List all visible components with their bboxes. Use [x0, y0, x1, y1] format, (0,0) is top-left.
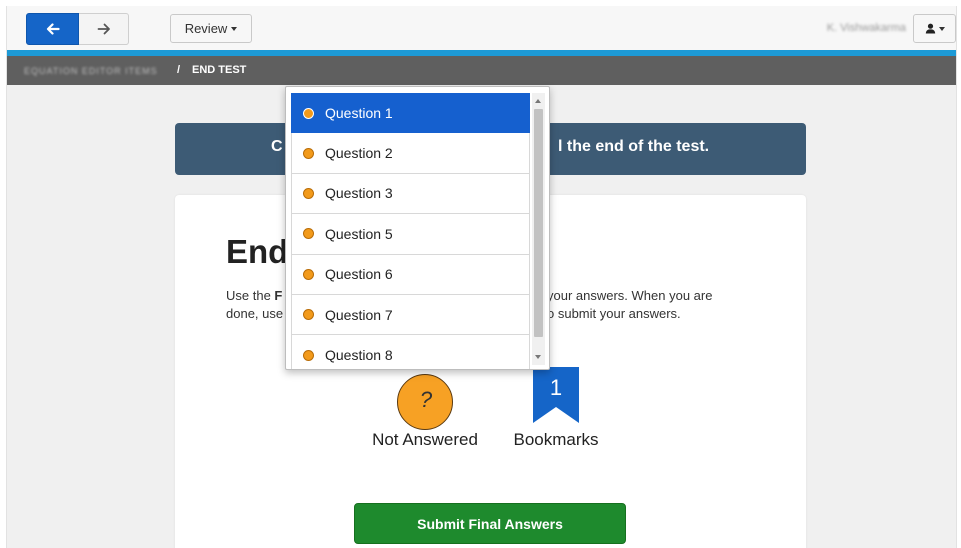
not-answered-label: Not Answered — [372, 430, 478, 449]
user-menu-button[interactable] — [913, 14, 956, 43]
test-window: Review K. Vishwakarma EQUATION EDITOR IT… — [6, 6, 957, 548]
question-label: Question 6 — [325, 266, 393, 283]
review-label: Review — [184, 21, 228, 36]
breadcrumb-separator: / — [177, 64, 181, 76]
question-item[interactable]: Question 3 — [291, 173, 530, 215]
question-label: Question 5 — [325, 225, 393, 242]
unanswered-dot-icon — [303, 187, 314, 199]
unanswered-dot-icon — [303, 268, 314, 280]
review-dropdown-button[interactable]: Review — [170, 14, 252, 43]
question-label: Question 2 — [325, 145, 393, 162]
arrow-right-icon — [97, 23, 110, 35]
back-button[interactable] — [26, 13, 79, 45]
banner-text-start: C — [271, 138, 283, 155]
question-item[interactable]: Question 7 — [291, 294, 530, 336]
scrollbar-thumb[interactable] — [534, 109, 543, 337]
unanswered-dot-icon — [303, 147, 314, 159]
question-label: Question 1 — [325, 105, 393, 122]
instruction-line-1-end: your answers. When you are — [547, 288, 713, 303]
unanswered-dot-icon — [303, 309, 314, 321]
bookmarks-stat: Bookmarks — [496, 430, 616, 450]
page-title: End — [226, 233, 289, 270]
scroll-up-icon[interactable] — [535, 99, 541, 103]
dropdown-scrollbar[interactable] — [532, 93, 545, 365]
question-item[interactable]: Question 1 — [291, 93, 530, 134]
unanswered-dot-icon — [303, 349, 314, 361]
not-answered-count: ? — [419, 387, 433, 412]
unanswered-dot-icon — [303, 228, 314, 240]
question-label: Question 3 — [325, 185, 393, 202]
question-label: Question 7 — [325, 306, 393, 323]
instruction-text: Use the — [226, 288, 275, 303]
caret-down-icon — [938, 26, 945, 31]
review-dropdown-menu: Question 1 Question 2 Question 3 Questio… — [285, 86, 550, 370]
instruction-line-1: Use the F — [226, 288, 282, 303]
instruction-bold-text: F — [274, 288, 283, 303]
breadcrumb-item-section[interactable]: EQUATION EDITOR ITEMS — [24, 66, 158, 76]
question-item[interactable]: Question 6 — [291, 254, 530, 295]
bookmarks-count: 1 — [549, 375, 563, 400]
question-label: Question 8 — [325, 347, 393, 364]
unanswered-dot-icon — [303, 107, 314, 119]
submit-final-answers-button[interactable]: Submit Final Answers — [354, 503, 626, 544]
user-icon — [925, 23, 935, 34]
question-item[interactable]: Question 5 — [291, 214, 530, 255]
not-answered-badge[interactable]: ? — [397, 374, 453, 430]
forward-button[interactable] — [79, 13, 129, 45]
instruction-line-2: done, use — [226, 306, 284, 321]
question-item[interactable]: Question 8 — [291, 335, 530, 369]
scroll-down-icon[interactable] — [535, 355, 541, 359]
user-name: K. Vishwakarma — [826, 22, 906, 34]
breadcrumb-item-current: END TEST — [192, 64, 247, 76]
not-answered-stat: Not Answered — [360, 430, 490, 450]
caret-down-icon — [231, 26, 238, 31]
breadcrumb: EQUATION EDITOR ITEMS / END TEST — [7, 56, 956, 85]
arrow-left-icon — [46, 23, 59, 35]
bookmark-icon[interactable]: 1 — [533, 367, 579, 423]
banner-text-end: l the end of the test. — [558, 138, 710, 155]
question-item[interactable]: Question 2 — [291, 133, 530, 174]
question-list: Question 1 Question 2 Question 3 Questio… — [291, 93, 530, 369]
top-toolbar: Review K. Vishwakarma — [7, 6, 956, 50]
instruction-line-2-end: o submit your answers. — [547, 306, 681, 321]
bookmarks-label: Bookmarks — [513, 430, 599, 449]
